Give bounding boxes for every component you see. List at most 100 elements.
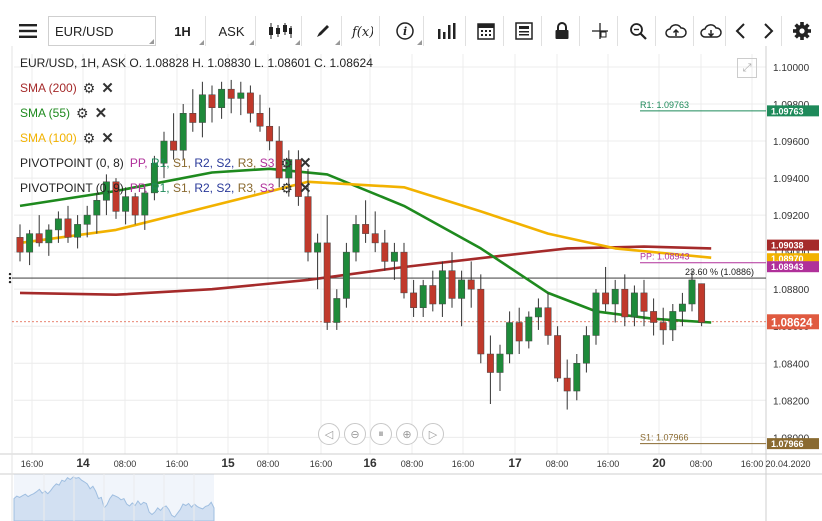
candle-body [563,377,571,392]
timeframe-button[interactable]: 1H [160,16,206,46]
zoom-button[interactable] [620,16,656,46]
price-side-button[interactable]: ASK [208,16,256,46]
candle-body [678,303,686,312]
x-tick-label: 16:00 [166,459,189,469]
indicators-button[interactable]: f(x) [344,16,380,46]
candle-body [256,113,264,127]
volume-button[interactable] [428,16,466,46]
pivot-series-label: R2, [194,181,217,195]
price-chart[interactable]: 1.100001.098001.096001.094001.092001.090… [0,46,822,521]
close-icon[interactable]: ✕ [101,79,114,97]
x-tick-label: 08:00 [401,459,424,469]
zoom-in-button[interactable]: ⊕ [396,423,418,445]
candle-body [467,279,475,290]
candle-body [688,279,696,305]
ohlc-readout: EUR/USD, 1H, ASK O. 1.08828 H. 1.08830 L… [20,56,373,70]
pivot-series-label: S2, [216,181,238,195]
symbol-selector[interactable]: EUR/USD [48,16,156,46]
candle-body [45,229,53,244]
gear-icon[interactable]: ⚙ [280,180,293,197]
pivot-series-label: R2, [194,156,217,170]
x-tick-label: 14 [76,456,90,470]
candle-body [342,251,350,299]
annotation-label: R1: 1.09763 [640,100,689,110]
drag-handle-dot[interactable] [8,280,12,284]
pivot-series-label: R3, [237,181,260,195]
gear-icon[interactable]: ⚙ [76,105,89,122]
close-icon[interactable]: ✕ [95,104,108,122]
y-tick-label: 1.09600 [773,137,810,148]
candle-body [93,200,101,216]
candle-body [496,353,504,373]
price-label-text: 1.09038 [771,241,804,251]
y-tick-label: 1.08800 [773,285,810,296]
zoom-out-button[interactable]: ⊖ [344,423,366,445]
dropdown-corner-icon [335,40,340,45]
pencil-icon [316,25,329,37]
upload-button[interactable] [658,16,694,46]
y-tick-label: 1.08400 [773,359,810,370]
x-tick-label: 16:00 [741,459,764,469]
lock-button[interactable] [544,16,580,46]
candle-body [74,224,82,238]
candle-body [170,140,178,151]
calendar-button[interactable] [468,16,504,46]
triangle-right-icon: ▷ [428,428,438,441]
lock-icon [555,22,568,39]
candle-body [246,92,254,114]
candle-body [458,279,466,299]
scroll-left-button[interactable]: ◁ [318,423,340,445]
pivot-series-label: R1, [150,181,173,195]
draw-tool-button[interactable] [304,16,342,46]
candle-body [669,311,677,331]
dropdown-corner-icon [249,40,254,45]
candle-body [554,335,562,379]
indicator-label: SMA (55) [20,106,71,120]
pivot-series-label: S1, [172,181,195,195]
x-tick-label: 16:00 [21,459,44,469]
triangle-left-icon: ◁ [324,428,334,441]
next-button[interactable] [754,16,782,46]
gear-icon[interactable]: ⚙ [83,80,96,97]
download-button[interactable] [696,16,726,46]
price-label-text: 1.07966 [771,439,804,449]
drag-handle-dot[interactable] [8,276,12,280]
candle-body [419,285,427,308]
drag-handle-dot[interactable] [8,272,12,276]
candle-body [630,292,638,318]
gear-icon[interactable]: ⚙ [83,130,96,147]
expand-button[interactable]: ⤢ [737,58,757,78]
close-icon[interactable]: ✕ [299,179,312,197]
candle-body [525,316,533,342]
navigator-overview[interactable] [13,474,215,521]
cloud-upload-icon [664,24,687,38]
candle-body [429,285,437,305]
indicator-row-sma100: SMA (100) ⚙ ✕ [20,129,114,148]
settings-button[interactable] [786,16,818,46]
function-icon: f(x) [351,25,373,39]
candle-body [573,363,581,392]
chart-type-button[interactable] [258,16,302,46]
candle-body [266,125,274,142]
menu-button[interactable] [12,16,44,46]
news-button[interactable] [506,16,542,46]
price-side-label: ASK [218,23,245,39]
annotation-label: S1: 1.07966 [640,433,689,443]
pivot-series-label: R3, [237,156,260,170]
gear-icon[interactable]: ⚙ [280,155,293,172]
crosshair-button[interactable] [582,16,618,46]
indicator-label: SMA (200) [20,81,77,95]
info-button[interactable]: i [386,16,424,46]
x-tick-label: 16 [363,456,377,470]
close-icon[interactable]: ✕ [101,129,114,147]
previous-button[interactable] [728,16,754,46]
pivot-series-label: PP, [129,156,151,170]
price-label-text: 1.09763 [771,106,804,116]
candle-body [438,270,446,305]
y-tick-label: 1.10000 [773,63,810,74]
reset-button[interactable]: ⏸ [370,423,392,445]
x-end-date-label: 20.04.2020 [765,459,810,469]
close-icon[interactable]: ✕ [299,154,312,172]
indicator-row-pivot-8: PIVOTPOINT (0, 8) PP, R1, S1, R2, S2, R3… [20,154,312,173]
scroll-right-button[interactable]: ▷ [422,423,444,445]
